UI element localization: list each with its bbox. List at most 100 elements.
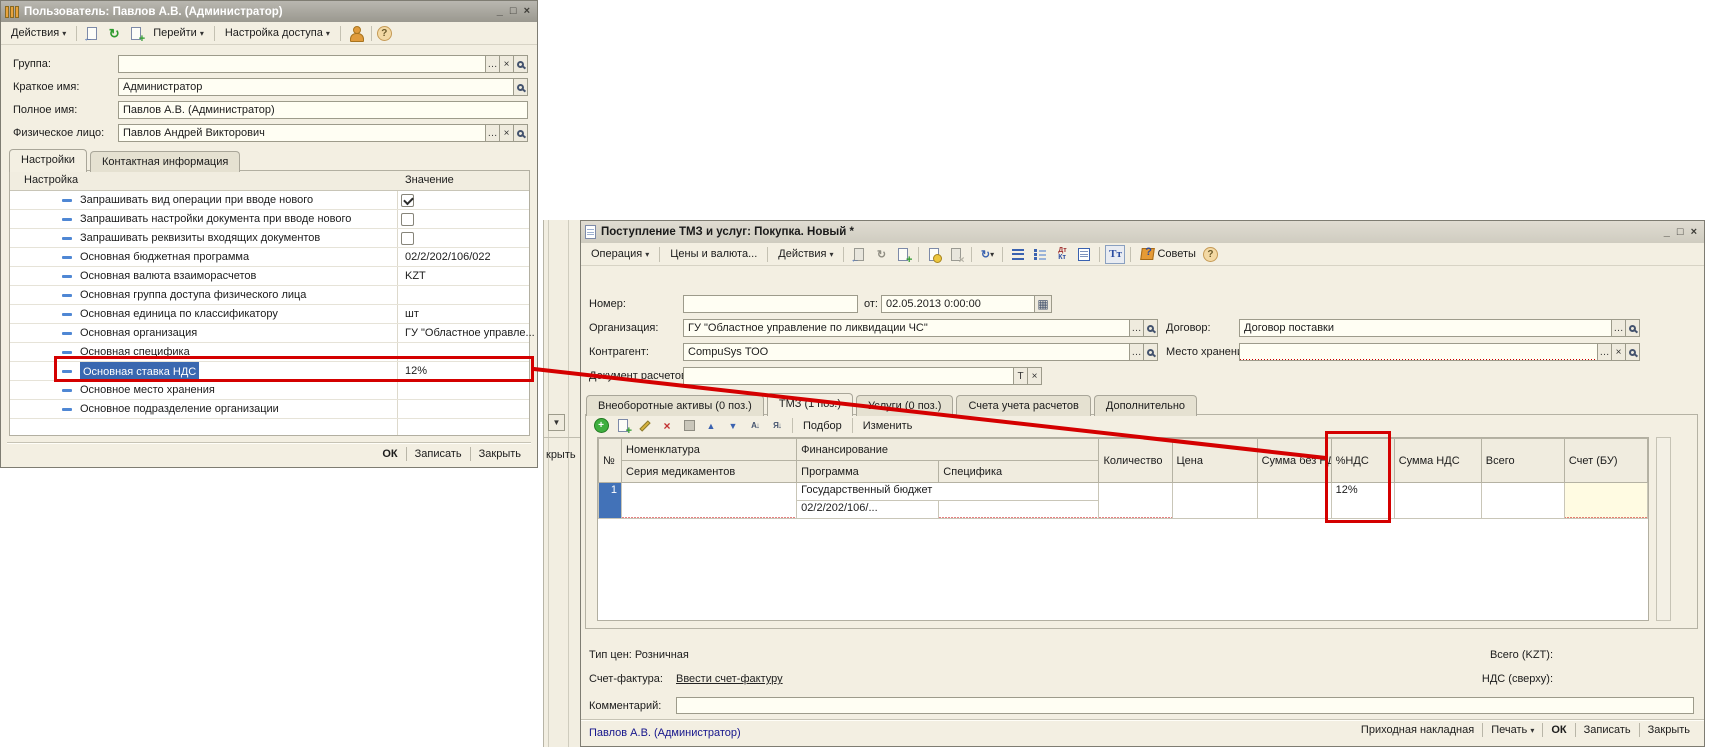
choose-button[interactable]: … [486,55,500,73]
user-icon[interactable] [346,24,366,43]
setting-row[interactable]: Основная бюджетная программа 02/2/202/10… [10,248,529,267]
post-document-icon[interactable] [924,245,944,264]
end-edit-icon[interactable] [679,416,699,435]
grid-row[interactable]: 1 Государственный бюджет 12% [599,483,1648,501]
advice-button[interactable]: Советы [1136,246,1200,262]
col-vat-sum[interactable]: Сумма НДС [1394,439,1481,483]
actions-menu[interactable]: Действия▾ [773,246,838,262]
delete-row-icon[interactable]: × [657,416,677,435]
prices-currency-button[interactable]: Цены и валюта... [665,246,762,262]
edit-row-icon[interactable] [635,416,655,435]
specifics-cell[interactable] [939,501,1099,519]
open-button[interactable] [514,124,528,142]
sort-desc-icon[interactable]: Я↓ [767,416,787,435]
tab-settlement-accounts[interactable]: Счета учета расчетов [956,395,1090,416]
choose-button[interactable]: … [1612,319,1626,337]
col-price[interactable]: Цена [1172,439,1257,483]
tab-additional[interactable]: Дополнительно [1094,395,1197,416]
user-window-titlebar[interactable]: Пользователь: Павлов А.В. (Администратор… [1,1,537,22]
warehouse-field[interactable] [1239,343,1598,361]
choose-button[interactable]: … [1130,319,1144,337]
open-button[interactable] [1144,343,1158,361]
col-vat-pct[interactable]: %НДС [1331,439,1394,483]
setting-row[interactable]: Основная группа доступа физического лица [10,286,529,305]
pick-button[interactable]: Подбор [798,418,847,434]
comment-field[interactable] [676,697,1694,714]
type-button[interactable]: Т [1014,367,1028,385]
maximize-button[interactable]: □ [1677,227,1684,238]
organization-field[interactable]: ГУ "Областное управление по ликвидации Ч… [683,319,1130,337]
financing-cell[interactable]: Государственный бюджет [797,483,1099,501]
journal-icon[interactable] [1074,245,1094,264]
tab-tmz[interactable]: ТМЗ (1 поз.) [767,393,853,416]
col-account[interactable]: Счет (БУ) [1564,439,1647,483]
change-button[interactable]: Изменить [858,418,918,434]
vat-pct-cell[interactable]: 12% [1331,483,1394,519]
refresh-icon[interactable]: ↻ [104,24,124,43]
checkbox-unchecked[interactable] [401,232,414,245]
close-window-button[interactable]: Закрыть [471,446,529,462]
ok-button[interactable]: ОК [374,446,405,462]
clear-button[interactable]: × [1612,343,1626,361]
number-field[interactable] [683,295,858,313]
setting-row[interactable]: Основная единица по классификатору шт [10,305,529,324]
setting-row-selected[interactable]: Основная ставка НДС 12% [10,362,529,381]
add-row-icon[interactable]: + [591,416,611,435]
short-name-field[interactable]: Администратор [118,78,514,96]
sort-asc-icon[interactable]: А↓ [745,416,765,435]
col-num[interactable]: № [599,439,622,483]
setting-row[interactable]: Запрашивать реквизиты входящих документо… [10,229,529,248]
total-cell[interactable] [1481,483,1564,519]
help-icon[interactable]: ? [377,26,392,41]
choose-button[interactable]: … [1598,343,1612,361]
tab-services[interactable]: Услуги (0 поз.) [856,395,953,416]
calendar-button[interactable]: ▦ [1035,295,1052,313]
clear-button[interactable]: × [1028,367,1042,385]
unpost-document-icon[interactable] [946,245,966,264]
copy-new-icon[interactable] [893,245,913,264]
choose-button[interactable]: … [486,124,500,142]
write-button[interactable]: Записать [407,446,470,462]
open-button[interactable] [1626,343,1640,361]
tab-settings[interactable]: Настройки [9,149,87,172]
save-and-close-icon[interactable] [849,245,869,264]
open-button[interactable] [1144,319,1158,337]
document-window-titlebar[interactable]: Поступление ТМЗ и услуг: Покупка. Новый … [581,221,1704,243]
goto-menu[interactable]: Перейти▾ [148,25,209,41]
actions-menu[interactable]: Действия▾ [6,25,71,41]
column-header-setting[interactable]: Настройка [24,174,78,186]
choose-button[interactable]: … [1130,343,1144,361]
close-button[interactable]: × [1691,227,1697,238]
refresh-icon[interactable]: ↻ [871,245,891,264]
person-field[interactable]: Павлов Андрей Викторович [118,124,486,142]
contract-field[interactable]: Договор поставки [1239,319,1612,337]
document-structure-icon[interactable] [1008,245,1028,264]
setting-row[interactable]: Запрашивать вид операции при вводе новог… [10,191,529,210]
dt-kt-postings-icon[interactable]: ДтКт [1052,245,1072,264]
col-total[interactable]: Всего [1481,439,1564,483]
output-menu-icon[interactable]: ↻▾ [977,245,997,264]
sum-no-vat-cell[interactable] [1257,483,1331,519]
save-and-close-icon[interactable] [82,24,102,43]
open-button[interactable] [514,78,528,96]
setting-row[interactable]: Основная специфика [10,343,529,362]
receipt-note-button[interactable]: Приходная накладная [1353,722,1482,738]
setting-row[interactable]: Основная организация ГУ "Областное управ… [10,324,529,343]
col-financing[interactable]: Финансирование [797,439,1099,461]
help-icon[interactable]: ? [1203,247,1218,262]
tab-contact-info[interactable]: Контактная информация [90,151,240,172]
open-button[interactable] [514,55,528,73]
copy-new-icon[interactable] [126,24,146,43]
clear-button[interactable]: × [500,55,514,73]
date-field[interactable]: 02.05.2013 0:00:00 [881,295,1035,313]
settlement-doc-field[interactable] [683,367,1014,385]
maximize-button[interactable]: □ [510,6,517,17]
totals-toggle-button[interactable]: Тт [1105,245,1125,264]
minimize-button[interactable]: _ [497,6,503,17]
enter-invoice-link[interactable]: Ввести счет-фактуру [676,673,783,685]
check-list-icon[interactable] [1030,245,1050,264]
close-button[interactable]: × [524,6,530,17]
minimize-button[interactable]: _ [1664,227,1670,238]
operation-menu[interactable]: Операция▾ [586,246,654,262]
qty-cell[interactable] [1099,483,1172,519]
